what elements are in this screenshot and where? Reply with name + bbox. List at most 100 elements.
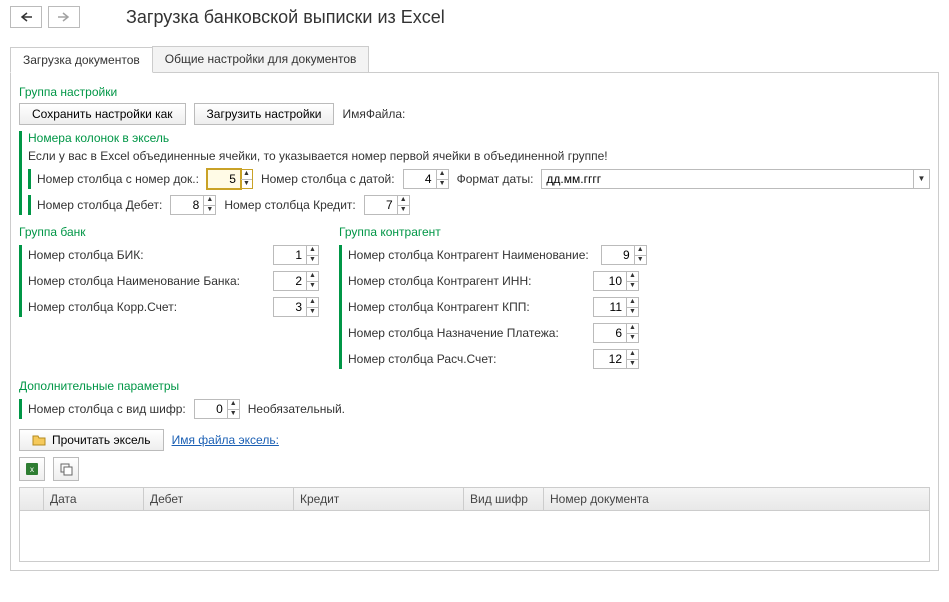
bik-input[interactable]	[273, 245, 307, 265]
ca-account-label: Номер столбца Расч.Счет:	[348, 352, 496, 366]
ca-kpp-label: Номер столбца Контрагент КПП:	[348, 300, 530, 314]
load-settings-button[interactable]: Загрузить настройки	[194, 103, 335, 125]
cipher-input[interactable]	[194, 399, 228, 419]
col-cipher[interactable]: Вид шифр	[464, 488, 544, 510]
docnum-col-stepper[interactable]: ▲▼	[207, 169, 253, 189]
debit-col-label: Номер столбца Дебет:	[37, 198, 162, 212]
arrow-left-icon	[19, 12, 33, 22]
stepper-up-icon[interactable]: ▲	[627, 272, 638, 282]
folder-open-icon	[32, 433, 46, 447]
ca-name-input[interactable]	[601, 245, 635, 265]
ca-name-stepper[interactable]: ▲▼	[601, 245, 647, 265]
ca-inn-stepper[interactable]: ▲▼	[593, 271, 639, 291]
stepper-up-icon[interactable]: ▲	[307, 246, 318, 256]
stepper-down-icon[interactable]: ▼	[307, 282, 318, 291]
stepper-down-icon[interactable]: ▼	[627, 360, 638, 369]
bank-group-title: Группа банк	[19, 225, 319, 239]
forward-button[interactable]	[48, 6, 80, 28]
bankname-input[interactable]	[273, 271, 307, 291]
credit-col-label: Номер столбца Кредит:	[224, 198, 355, 212]
date-col-stepper[interactable]: ▲▼	[403, 169, 449, 189]
stepper-down-icon[interactable]: ▼	[635, 256, 646, 265]
back-button[interactable]	[10, 6, 42, 28]
debit-col-input[interactable]	[170, 195, 204, 215]
korr-input[interactable]	[273, 297, 307, 317]
stepper-down-icon[interactable]: ▼	[398, 206, 409, 215]
bik-label: Номер столбца БИК:	[28, 248, 144, 262]
ca-inn-label: Номер столбца Контрагент ИНН:	[348, 274, 531, 288]
col-date[interactable]: Дата	[44, 488, 144, 510]
optional-label: Необязательный.	[248, 402, 345, 416]
svg-text:x: x	[30, 465, 34, 474]
stepper-up-icon[interactable]: ▲	[398, 196, 409, 206]
stepper-down-icon[interactable]: ▼	[307, 256, 318, 265]
col-docnum[interactable]: Номер документа	[544, 488, 929, 510]
ca-kpp-input[interactable]	[593, 297, 627, 317]
dropdown-icon[interactable]: ▼	[914, 169, 930, 189]
korr-label: Номер столбца Корр.Счет:	[28, 300, 177, 314]
bik-stepper[interactable]: ▲▼	[273, 245, 319, 265]
date-col-input[interactable]	[403, 169, 437, 189]
excel-export-button[interactable]: x	[19, 457, 45, 481]
stepper-up-icon[interactable]: ▲	[635, 246, 646, 256]
page-title: Загрузка банковской выписки из Excel	[126, 7, 445, 28]
stepper-up-icon[interactable]: ▲	[307, 298, 318, 308]
stepper-up-icon[interactable]: ▲	[307, 272, 318, 282]
tab-bar: Загрузка документов Общие настройки для …	[10, 46, 939, 73]
read-excel-button[interactable]: Прочитать эксель	[19, 429, 164, 451]
ca-purpose-stepper[interactable]: ▲▼	[593, 323, 639, 343]
table-body[interactable]	[20, 511, 929, 561]
documents-table: Дата Дебет Кредит Вид шифр Номер докумен…	[19, 487, 930, 562]
stepper-up-icon[interactable]: ▲	[241, 170, 252, 180]
credit-col-stepper[interactable]: ▲▼	[364, 195, 410, 215]
excel-icon: x	[25, 462, 39, 476]
stepper-down-icon[interactable]: ▼	[627, 282, 638, 291]
stepper-down-icon[interactable]: ▼	[437, 180, 448, 189]
bankname-stepper[interactable]: ▲▼	[273, 271, 319, 291]
credit-col-input[interactable]	[364, 195, 398, 215]
docnum-col-input[interactable]	[207, 169, 241, 189]
copy-button[interactable]	[53, 457, 79, 481]
cipher-stepper[interactable]: ▲▼	[194, 399, 240, 419]
date-col-label: Номер столбца с датой:	[261, 172, 395, 186]
extra-title: Дополнительные параметры	[19, 379, 930, 393]
excel-filename-link[interactable]: Имя файла эксель:	[172, 433, 279, 447]
copy-icon	[59, 462, 73, 476]
ca-purpose-label: Номер столбца Назначение Платежа:	[348, 326, 559, 340]
ca-account-input[interactable]	[593, 349, 627, 369]
stepper-down-icon[interactable]: ▼	[241, 180, 252, 189]
table-marker-col	[20, 488, 44, 510]
stepper-up-icon[interactable]: ▲	[627, 298, 638, 308]
stepper-up-icon[interactable]: ▲	[437, 170, 448, 180]
dateformat-label: Формат даты:	[457, 172, 534, 186]
save-settings-as-button[interactable]: Сохранить настройки как	[19, 103, 186, 125]
tab-general-settings[interactable]: Общие настройки для документов	[152, 46, 370, 72]
stepper-down-icon[interactable]: ▼	[627, 308, 638, 317]
col-debit[interactable]: Дебет	[144, 488, 294, 510]
tab-load-documents[interactable]: Загрузка документов	[10, 47, 153, 73]
ca-inn-input[interactable]	[593, 271, 627, 291]
stepper-down-icon[interactable]: ▼	[228, 410, 239, 419]
korr-stepper[interactable]: ▲▼	[273, 297, 319, 317]
bankname-label: Номер столбца Наименование Банка:	[28, 274, 240, 288]
stepper-down-icon[interactable]: ▼	[627, 334, 638, 343]
stepper-up-icon[interactable]: ▲	[204, 196, 215, 206]
debit-col-stepper[interactable]: ▲▼	[170, 195, 216, 215]
dateformat-combo[interactable]: ▼	[541, 169, 930, 189]
read-excel-label: Прочитать эксель	[52, 433, 151, 447]
stepper-down-icon[interactable]: ▼	[307, 308, 318, 317]
columns-group-title: Номера колонок в эксель	[28, 131, 930, 145]
stepper-up-icon[interactable]: ▲	[627, 350, 638, 360]
stepper-up-icon[interactable]: ▲	[228, 400, 239, 410]
contragent-group-title: Группа контрагент	[339, 225, 639, 239]
dateformat-input[interactable]	[541, 169, 914, 189]
stepper-up-icon[interactable]: ▲	[627, 324, 638, 334]
ca-purpose-input[interactable]	[593, 323, 627, 343]
stepper-down-icon[interactable]: ▼	[204, 206, 215, 215]
ca-account-stepper[interactable]: ▲▼	[593, 349, 639, 369]
col-credit[interactable]: Кредит	[294, 488, 464, 510]
settings-group-title: Группа настройки	[19, 85, 930, 99]
docnum-col-label: Номер столбца с номер док.:	[37, 172, 199, 186]
arrow-right-icon	[57, 12, 71, 22]
ca-kpp-stepper[interactable]: ▲▼	[593, 297, 639, 317]
